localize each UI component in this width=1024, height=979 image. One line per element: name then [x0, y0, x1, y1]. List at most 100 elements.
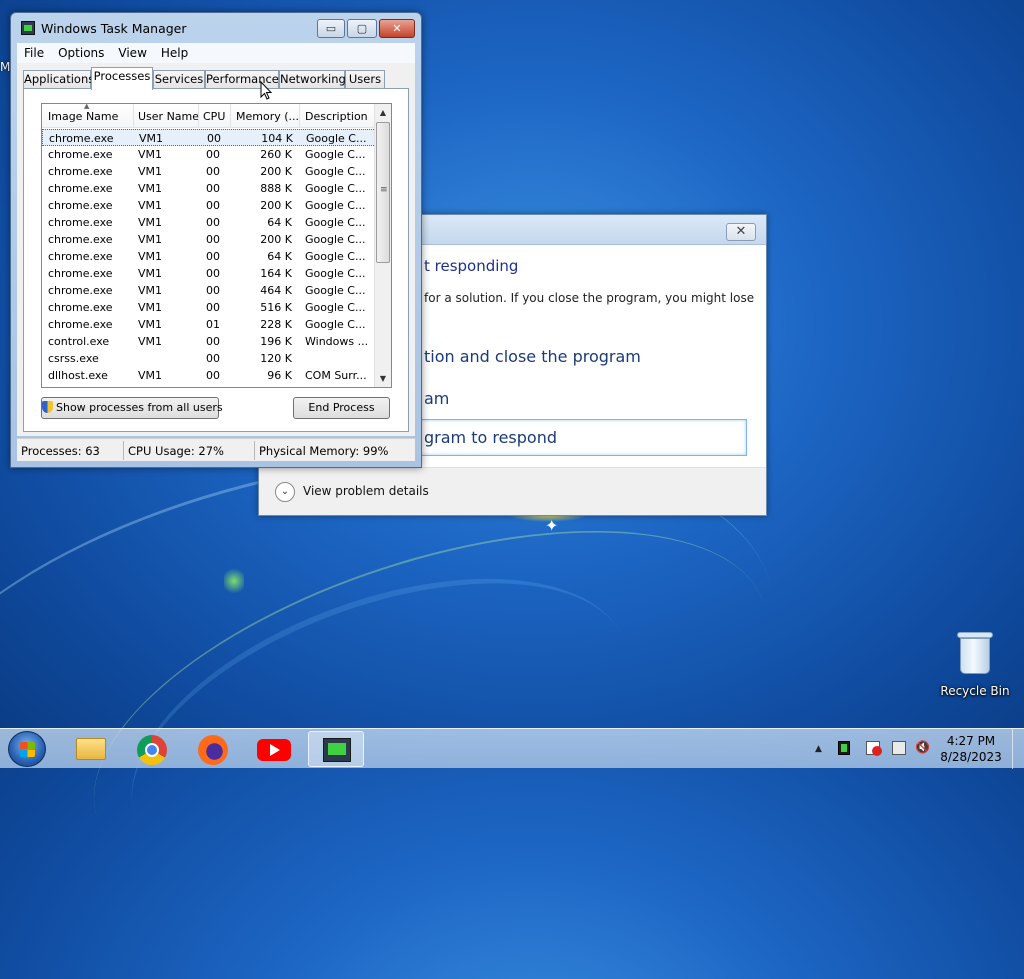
taskbar: ▲ 🔇 4:27 PM 8/28/2023 — [0, 728, 1024, 769]
process-row[interactable]: chrome.exe VM1 00 164 K Google C... — [42, 265, 376, 282]
end-process-button[interactable]: End Process — [293, 397, 390, 419]
status-physical-memory: Physical Memory: 99% — [259, 444, 389, 458]
process-user-name: VM1 — [139, 132, 164, 145]
network-monitor-icon[interactable] — [838, 741, 850, 755]
process-row[interactable]: control.exe VM1 00 196 K Windows ... — [42, 333, 376, 350]
status-bar: Processes: 63 CPU Usage: 27% Physical Me… — [17, 438, 415, 461]
expand-chevron-icon[interactable]: ⌄ — [275, 482, 295, 502]
tab-applications[interactable]: Applications — [23, 70, 94, 89]
network-icon[interactable] — [892, 741, 906, 755]
tab-services[interactable]: Services — [153, 70, 205, 89]
restart-program-option[interactable]: am — [424, 389, 449, 408]
desktop-icon-label-partial[interactable]: M — [0, 60, 10, 74]
close-button[interactable]: ✕ — [379, 19, 415, 38]
tab-users[interactable]: Users — [345, 70, 385, 89]
process-description: Google C... — [305, 148, 366, 161]
taskbar-file-explorer[interactable] — [62, 731, 118, 767]
process-row[interactable]: chrome.exe VM1 00 200 K Google C... — [42, 163, 376, 180]
process-row[interactable]: chrome.exe VM1 00 200 K Google C... — [42, 197, 376, 214]
process-description: Google C... — [305, 199, 366, 212]
taskbar-firefox[interactable] — [185, 731, 241, 767]
clock-date: 8/28/2023 — [940, 750, 1002, 764]
taskbar-youtube[interactable] — [246, 731, 302, 767]
process-row[interactable]: csrss.exe 00 120 K — [42, 350, 376, 367]
column-cpu[interactable]: CPU — [203, 110, 229, 123]
dialog-close-button[interactable]: ✕ — [726, 223, 756, 241]
maximize-button[interactable]: ▢ — [347, 19, 377, 38]
process-description: Windows ... — [305, 335, 369, 348]
minimize-button[interactable]: ▭ — [317, 19, 345, 38]
column-description[interactable]: Description — [305, 110, 373, 123]
wait-option-label: gram to respond — [424, 428, 558, 447]
process-memory: 888 K — [260, 182, 292, 195]
taskbar-chrome[interactable] — [124, 731, 180, 767]
taskbar-task-manager[interactable] — [308, 731, 364, 767]
taskbar-clock[interactable]: 4:27 PM 8/28/2023 — [936, 733, 1006, 765]
process-list-header: ▲ Image Name User Name CPU Memory (... D… — [42, 104, 376, 128]
process-row[interactable]: chrome.exe VM1 01 228 K Google C... — [42, 316, 376, 333]
process-row[interactable]: chrome.exe VM1 00 64 K Google C... — [42, 248, 376, 265]
scroll-up-icon[interactable]: ▲ — [375, 104, 391, 121]
process-image-name: control.exe — [48, 335, 110, 348]
column-user-name[interactable]: User Name — [138, 110, 200, 123]
process-row[interactable]: chrome.exe VM1 00 104 K Google C... — [42, 129, 376, 146]
window-title: Windows Task Manager — [41, 21, 187, 36]
process-memory: 200 K — [260, 165, 292, 178]
start-button[interactable] — [8, 731, 46, 767]
column-image-name[interactable]: Image Name — [48, 110, 132, 123]
wallpaper-sparkle: ✦ — [545, 516, 559, 535]
show-all-label: Show processes from all users — [56, 401, 223, 414]
recycle-bin-icon — [955, 628, 995, 678]
recycle-bin-desktop-icon[interactable]: Recycle Bin — [938, 628, 1012, 698]
clock-time: 4:27 PM — [946, 734, 996, 748]
process-row[interactable]: dllhost.exe VM1 00 96 K COM Surr... — [42, 367, 376, 384]
menu-options[interactable]: Options — [51, 43, 111, 63]
process-user-name: VM1 — [138, 301, 163, 314]
scroll-down-icon[interactable]: ▼ — [375, 370, 391, 387]
process-row[interactable]: chrome.exe VM1 00 260 K Google C... — [42, 146, 376, 163]
process-user-name: VM1 — [138, 335, 163, 348]
process-memory: 464 K — [260, 284, 292, 297]
action-center-icon[interactable] — [866, 741, 882, 756]
chrome-icon — [137, 735, 167, 765]
wait-for-program-option[interactable]: gram to respond — [409, 419, 747, 456]
process-image-name: chrome.exe — [48, 199, 113, 212]
menu-view[interactable]: View — [111, 43, 153, 63]
menu-help[interactable]: Help — [154, 43, 195, 63]
process-cpu: 00 — [206, 250, 220, 263]
tab-processes[interactable]: Processes — [91, 67, 153, 90]
process-cpu: 00 — [206, 284, 220, 297]
volume-muted-icon[interactable]: 🔇 — [915, 740, 930, 754]
process-row[interactable]: chrome.exe VM1 00 516 K Google C... — [42, 299, 376, 316]
process-row[interactable]: chrome.exe VM1 00 200 K Google C... — [42, 231, 376, 248]
view-problem-details-link[interactable]: View problem details — [303, 484, 429, 498]
process-list[interactable]: ▲ Image Name User Name CPU Memory (... D… — [41, 103, 392, 388]
process-cpu: 00 — [206, 182, 220, 195]
processes-panel: ▲ Image Name User Name CPU Memory (... D… — [23, 88, 409, 432]
process-cpu: 00 — [206, 148, 220, 161]
column-memory[interactable]: Memory (... — [236, 110, 298, 123]
show-all-processes-button[interactable]: Show processes from all users — [41, 397, 223, 419]
process-row[interactable]: chrome.exe VM1 00 888 K Google C... — [42, 180, 376, 197]
process-row[interactable]: chrome.exe VM1 00 464 K Google C... — [42, 282, 376, 299]
process-user-name: VM1 — [138, 369, 163, 382]
task-manager-titlebar[interactable]: Windows Task Manager ▭ ▢ ✕ — [11, 13, 421, 43]
process-image-name: chrome.exe — [48, 301, 113, 314]
youtube-icon — [257, 739, 291, 761]
process-memory: 64 K — [267, 216, 292, 229]
process-row[interactable]: chrome.exe VM1 00 64 K Google C... — [42, 214, 376, 231]
scroll-thumb[interactable] — [376, 122, 390, 263]
show-desktop-button[interactable] — [1012, 729, 1024, 769]
process-image-name: chrome.exe — [48, 267, 113, 280]
uac-shield-icon — [42, 401, 53, 413]
process-cpu: 00 — [206, 369, 220, 382]
process-image-name: csrss.exe — [48, 352, 99, 365]
process-memory: 200 K — [260, 233, 292, 246]
process-memory: 200 K — [260, 199, 292, 212]
menu-file[interactable]: File — [17, 43, 51, 63]
check-solution-close-option[interactable]: tion and close the program — [424, 347, 641, 366]
process-user-name: VM1 — [138, 250, 163, 263]
vertical-scrollbar[interactable]: ▲ ▼ — [374, 104, 391, 387]
tab-networking[interactable]: Networking — [279, 70, 346, 89]
show-hidden-icons[interactable]: ▲ — [815, 744, 822, 754]
